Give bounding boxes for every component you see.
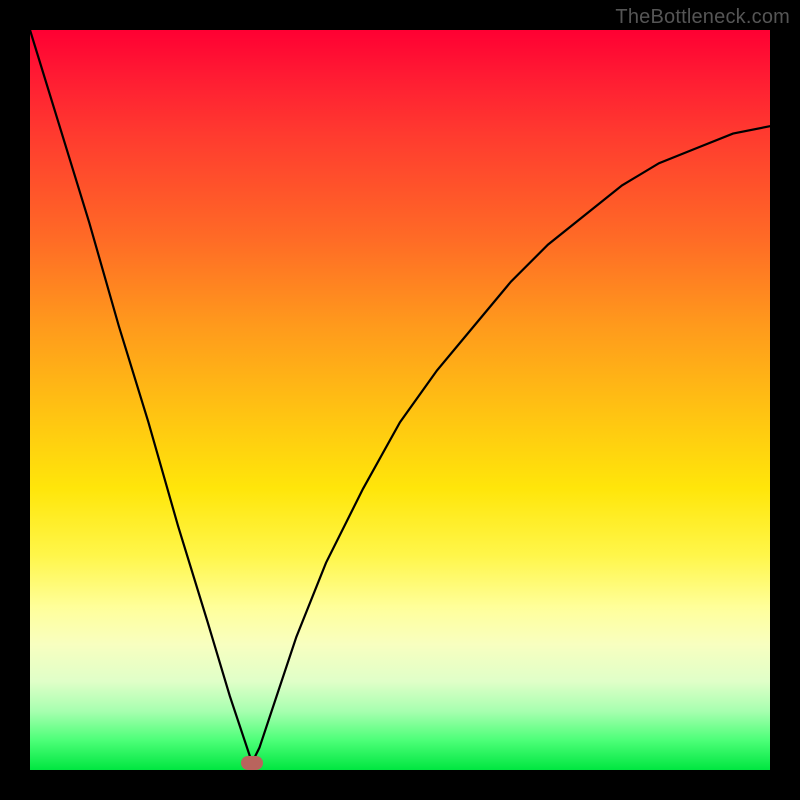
curve-path <box>30 30 770 763</box>
optimal-point-marker <box>241 756 263 770</box>
watermark-text: TheBottleneck.com <box>615 6 790 29</box>
bottleneck-curve <box>30 30 770 770</box>
chart-frame: TheBottleneck.com <box>0 0 800 800</box>
plot-area <box>30 30 770 770</box>
